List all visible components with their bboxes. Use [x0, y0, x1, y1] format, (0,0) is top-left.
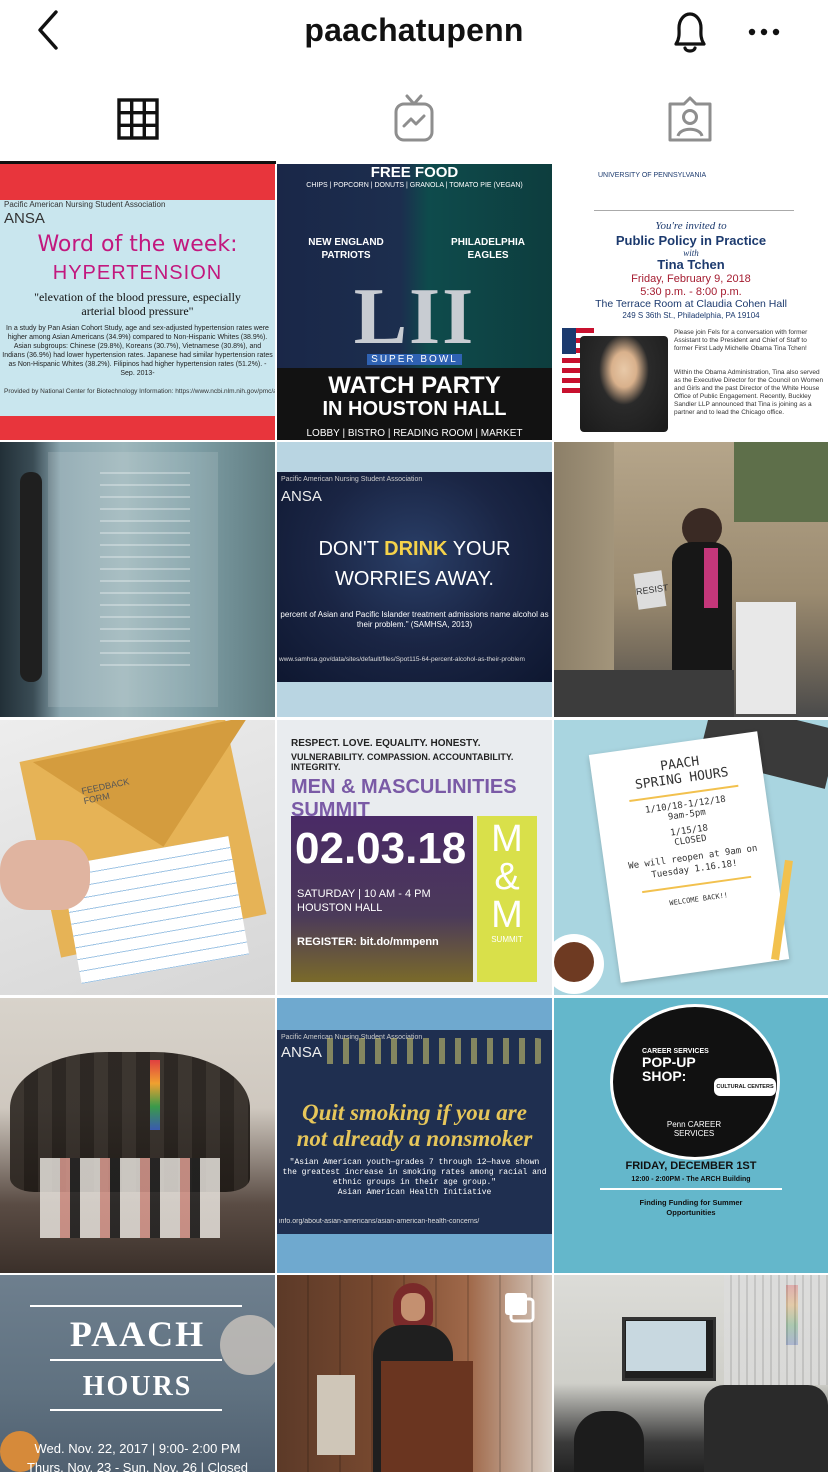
post-word-of-the-week[interactable]: Pacific American Nursing Student Associa… [0, 164, 275, 440]
bell-icon[interactable] [664, 8, 716, 56]
post-quit-headline-2: not already a nonsmoker [296, 1126, 533, 1151]
post-stat: percent of Asian and Pacific Islander tr… [280, 610, 549, 629]
post-quote: "Asian American youth—grades 7 through 1… [282, 1158, 547, 1187]
post-quit-headline-1: Quit smoking if you are [302, 1100, 527, 1125]
post-paach-spring-hours[interactable]: PAACH SPRING HOURS 1/10/18-1/12/18 9am-5… [554, 720, 828, 995]
bubble-cultural-centers: CULTURAL CENTERS [714, 1078, 776, 1096]
post-team-1: NEW ENGLAND PATRIOTS [308, 237, 384, 261]
post-public-policy-in-practice[interactable]: UNIVERSITY OF PENNSYLVANIA You're invite… [554, 164, 828, 440]
post-org: Pacific American Nursing Student Associa… [281, 476, 423, 483]
multiple-posts-icon [505, 1293, 535, 1323]
post-photo-rally-speaker[interactable]: RESIST [554, 442, 828, 717]
tagged-person-icon[interactable] [660, 94, 720, 144]
post-houston-hall: IN HOUSTON HALL [322, 398, 507, 420]
post-photo-lounge[interactable] [554, 1275, 828, 1472]
post-numeral: LII [353, 273, 476, 361]
post-headline-2: WORRIES AWAY. [335, 568, 494, 590]
career-logo: Penn CAREER SERVICES [666, 1120, 722, 1138]
post-paach-title-2: HOURS [82, 1371, 193, 1402]
post-headline-1: DON'T DRINK YOUR [318, 538, 511, 560]
post-photo-poem-wall[interactable] [0, 442, 275, 717]
post-paach-title-1: PAACH [69, 1314, 206, 1354]
post-free-food: FREE FOOD [370, 164, 459, 181]
speaker-photo [580, 336, 668, 432]
post-url: www.samhsa.gov/data/sites/default/files/… [279, 656, 525, 663]
post-invited: You're invited to [655, 220, 727, 232]
post-time: 5:30 p.m. - 8:00 p.m. [640, 286, 742, 298]
post-super-bowl-watch-party[interactable]: FREE FOOD CHIPS | POPCORN | DONUTS | GRA… [277, 164, 552, 440]
post-address: 249 S 36th St., Philadelphia, PA 19104 [622, 311, 760, 320]
post-paach-hours[interactable]: PAACH HOURS Wed. Nov. 22, 2017 | 9:00- 2… [0, 1275, 275, 1472]
post-paach-line-1: Wed. Nov. 22, 2017 | 9:00- 2:00 PM [34, 1441, 241, 1456]
post-career-date: FRIDAY, DECEMBER 1ST [625, 1160, 757, 1172]
rally-sign: RESIST [633, 570, 669, 610]
grid-divider [552, 164, 554, 1472]
post-photo-group[interactable] [0, 998, 275, 1273]
post-photo-feedback-envelope[interactable]: FEEDBACK FORM [0, 720, 275, 995]
post-bio-2: Within the Obama Administration, Tina al… [674, 369, 824, 416]
post-career-topic: Finding Funding for Summer Opportunities [639, 1198, 743, 1217]
post-career-time: 12:00 - 2:00PM - The ARCH Building [631, 1176, 751, 1183]
posts-grid: Pacific American Nursing Student Associa… [0, 164, 828, 1472]
post-men-masculinities-summit[interactable]: RESPECT. LOVE. EQUALITY. HONESTY. VULNER… [277, 720, 552, 995]
post-team-2: PHILADELPHIA EAGLES [451, 237, 525, 261]
post-definition: "elevation of the blood pressure, especi… [34, 290, 241, 318]
profile-header: paachatupenn [0, 0, 828, 64]
post-paach-line-2: Thurs. Nov. 23 - Sun. Nov. 26 | Closed [26, 1460, 249, 1472]
more-horizontal-icon[interactable] [744, 14, 784, 50]
grid-icon[interactable] [108, 94, 168, 144]
post-rooms: LOBBY | BISTRO | READING ROOM | MARKET [306, 428, 523, 439]
post-date: Friday, February 9, 2018 [631, 273, 751, 285]
profile-tabs [0, 80, 828, 164]
post-career-services-pop-up[interactable]: CAREER SERVICES POP-UP SHOP: CULTURAL CE… [554, 998, 828, 1273]
post-body: In a study by Pan Asian Cohort Study, ag… [2, 325, 273, 376]
post-food-list: CHIPS | POPCORN | DONUTS | GRANOLA | TOM… [306, 182, 523, 189]
post-topic: HYPERTENSION [52, 262, 223, 284]
post-attribution: Asian American Health Initiative [337, 1188, 492, 1197]
post-event: Public Policy in Practice [615, 233, 767, 248]
igtv-icon[interactable] [384, 94, 444, 144]
post-watch-party: WATCH PARTY [328, 372, 501, 399]
post-values-1: RESPECT. LOVE. EQUALITY. HONESTY. [291, 738, 481, 749]
post-speaker: Tina Tchen [657, 257, 725, 272]
post-super-bowl: SUPER BOWL [367, 354, 462, 365]
post-values-2: VULNERABILITY. COMPASSION. ACCOUNTABILIT… [291, 752, 514, 772]
grid-divider [275, 164, 277, 1472]
post-quit-smoking[interactable]: Pacific American Nursing Student Associa… [277, 998, 552, 1273]
post-school: UNIVERSITY OF PENNSYLVANIA [598, 172, 707, 179]
post-bio-1: Please join Fels for a conversation with… [674, 329, 808, 352]
post-org: Pacific American Nursing Student Associa… [4, 200, 166, 209]
post-dont-drink-your-worries-away[interactable]: Pacific American Nursing Student Associa… [277, 442, 552, 717]
summit-logo: M & M SUMMIT [491, 818, 523, 944]
post-url: info.org/about-asian-americans/asian-ame… [279, 1218, 480, 1225]
post-source: Provided by National Center for Biotechn… [4, 388, 275, 395]
post-heading: Word of the week: [37, 232, 238, 257]
hours-card: PAACH SPRING HOURS 1/10/18-1/12/18 9am-5… [627, 753, 758, 908]
post-venue: The Terrace Room at Claudia Cohen Hall [595, 298, 787, 310]
post-photo-speaker-podium[interactable] [277, 1275, 552, 1472]
